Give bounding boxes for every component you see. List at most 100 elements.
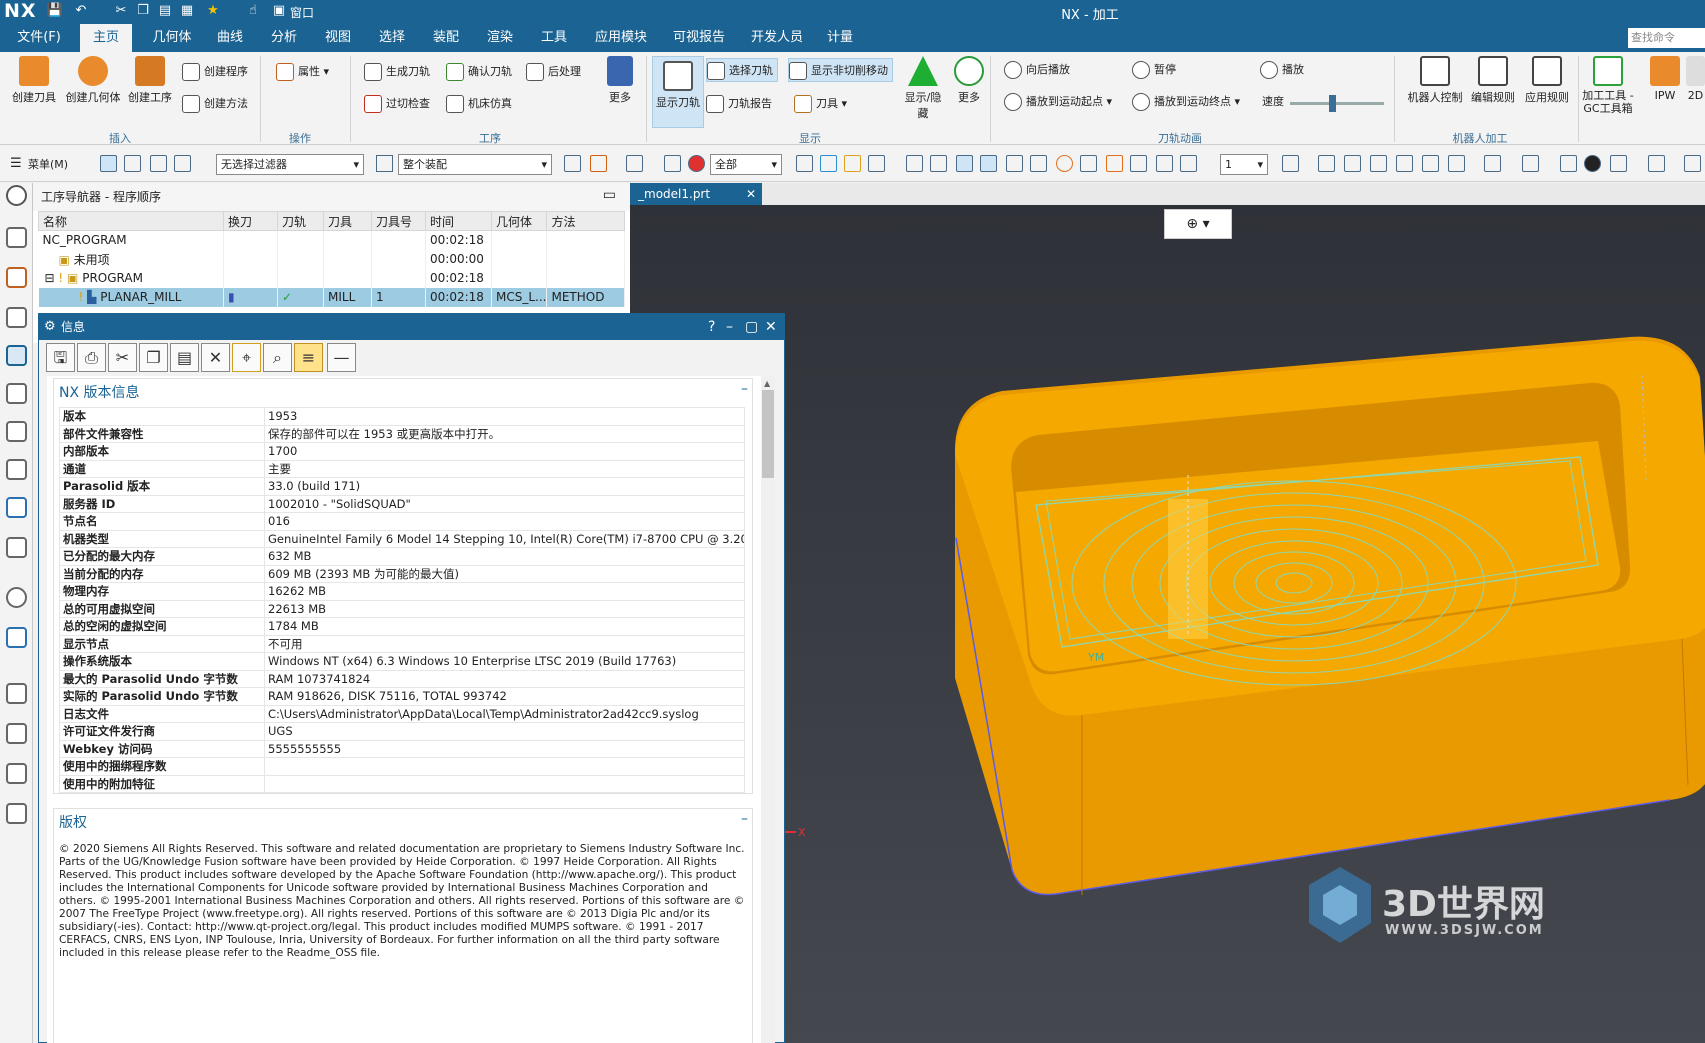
maximize-icon[interactable]: ▢	[745, 314, 758, 340]
operation-navigator-icon[interactable]	[6, 345, 27, 366]
scroll-up-icon[interactable]: ▲	[764, 379, 770, 388]
select-edge-icon[interactable]	[150, 155, 167, 172]
paste-icon[interactable]: ▤	[156, 3, 174, 18]
table-row-selected[interactable]: ! ▙ PLANAR_MILL ▮ ✓ MILL 1 00:02:18 MCS_…	[38, 287, 625, 307]
snap-arc-icon[interactable]	[906, 155, 923, 172]
snap-line-icon[interactable]	[956, 155, 973, 172]
snap-curve-icon[interactable]	[1006, 155, 1023, 172]
menu-button[interactable]: 菜单(M)	[28, 156, 68, 172]
gc-toolbox-button[interactable]: 加工工具 - GC工具箱	[1580, 56, 1636, 115]
snap-endpoint-icon[interactable]	[796, 155, 813, 172]
cut-icon[interactable]: ✂	[112, 3, 130, 18]
menu-visual-report[interactable]: 可视报告	[666, 24, 732, 52]
view-zoom-icon[interactable]	[1344, 155, 1361, 172]
settings-gear-icon[interactable]	[6, 185, 27, 206]
part-navigator-icon[interactable]	[6, 227, 27, 248]
info-scrollbar[interactable]: ▲	[761, 376, 775, 1043]
touch-mode-icon[interactable]: ☝	[244, 3, 262, 18]
select-toolpath-button[interactable]: 选择刀轨	[706, 58, 778, 82]
snap-center-icon[interactable]	[930, 155, 947, 172]
minus-icon[interactable]: —	[327, 343, 356, 372]
menu-file[interactable]: 文件(F)	[10, 24, 68, 52]
command-search-input[interactable]: 查找命令	[1628, 28, 1705, 48]
snap-cross-icon[interactable]	[1106, 155, 1123, 172]
view-orient-toolbar[interactable]: ⊕ ▾	[1164, 209, 1232, 239]
menu-applications[interactable]: 应用模块	[588, 24, 654, 52]
scrollbar-thumb[interactable]	[762, 390, 774, 478]
scope-select[interactable]: 全部	[710, 154, 782, 175]
deselect-icon[interactable]	[664, 155, 681, 172]
selection-mode-icon[interactable]	[626, 155, 643, 172]
play-backward-button[interactable]: 向后播放	[1004, 58, 1070, 82]
ipw-button[interactable]: IPW	[1648, 56, 1682, 102]
hd3d-tools-icon[interactable]	[6, 497, 27, 518]
view-shaded-icon[interactable]	[1396, 155, 1413, 172]
graphics-window[interactable]: _model1.prt ✕ YM X ⊕ ▾ 3D世界网 WWW.3DSJW.C…	[630, 183, 1705, 1043]
machine-navigator-icon[interactable]	[6, 383, 27, 404]
system-materials-icon[interactable]	[6, 627, 27, 648]
2d-button[interactable]: 2D	[1686, 56, 1705, 102]
view-wire-icon[interactable]	[1422, 155, 1439, 172]
edit-rules-button[interactable]: 编辑规则	[1466, 56, 1520, 105]
view-contrast-icon[interactable]	[1584, 155, 1601, 172]
snap-perp-icon[interactable]	[1030, 155, 1047, 172]
play-to-end-button[interactable]: 播放到运动终点 ▾	[1132, 90, 1240, 114]
window-icon[interactable]: ▣	[270, 3, 288, 18]
assembly-navigator-icon[interactable]	[6, 267, 27, 288]
view-cube-icon[interactable]	[1522, 155, 1539, 172]
speed-slider-thumb[interactable]	[1329, 95, 1337, 112]
view-section-icon[interactable]	[1648, 155, 1665, 172]
apply-rules-button[interactable]: 应用规则	[1520, 56, 1574, 105]
create-method-button[interactable]: 创建方法	[182, 92, 248, 116]
layer-select[interactable]: 1	[1220, 154, 1268, 175]
help-icon[interactable]: ?	[708, 314, 715, 340]
crosshair-icon[interactable]: ⊕	[1186, 216, 1198, 232]
manufacturing-wizards-icon[interactable]	[6, 723, 27, 744]
snap-erase-icon[interactable]	[1156, 155, 1173, 172]
column-header[interactable]: 刀轨	[277, 211, 324, 231]
procedure-more-button[interactable]: 更多	[604, 56, 636, 105]
play-button[interactable]: 播放	[1260, 58, 1304, 82]
component-icon[interactable]	[590, 155, 607, 172]
feature-navigator-icon[interactable]	[6, 421, 27, 442]
paste-special-icon[interactable]: ▦	[178, 3, 196, 18]
menu-measure[interactable]: 计量	[820, 24, 860, 52]
column-header[interactable]: 名称	[38, 211, 224, 231]
paste-icon[interactable]: ▤	[170, 343, 199, 372]
menu-analysis[interactable]: 分析	[264, 24, 304, 52]
table-row[interactable]: ⊟ ! ▣ PROGRAM 00:02:18	[38, 268, 625, 288]
save-icon[interactable]: 💾	[46, 3, 64, 18]
fit-icon[interactable]: ⌖	[232, 343, 261, 372]
snap-quadrant-icon[interactable]	[1080, 155, 1097, 172]
column-header[interactable]: 时间	[425, 211, 492, 231]
show-hide-button[interactable]: 显示/隐藏	[900, 56, 946, 121]
type-filter-select[interactable]: 无选择过滤器	[216, 154, 364, 175]
roles-icon[interactable]	[6, 763, 27, 784]
table-row[interactable]: ▣ 未用项 00:00:00	[38, 249, 625, 269]
create-tool-button[interactable]: 创建刀具	[8, 56, 60, 105]
collapse-icon[interactable]: –	[741, 811, 748, 827]
robot-control-button[interactable]: 机器人控制	[1404, 56, 1466, 105]
delete-icon[interactable]: ✕	[201, 343, 230, 372]
part-tab[interactable]: _model1.prt ✕	[630, 183, 762, 205]
generate-toolpath-button[interactable]: 生成刀轨	[364, 60, 430, 84]
play-to-start-button[interactable]: 播放到运动起点 ▾	[1004, 90, 1112, 114]
snap-icon[interactable]	[564, 155, 581, 172]
view-square-icon[interactable]	[1560, 155, 1577, 172]
web-browser-icon[interactable]	[6, 537, 27, 558]
create-operation-button[interactable]: 创建工序	[122, 56, 178, 105]
view-refresh-icon[interactable]	[1370, 155, 1387, 172]
view-rotate-icon[interactable]	[1282, 155, 1299, 172]
toolpath-report-button[interactable]: 刀轨报告	[706, 92, 772, 116]
window-menu[interactable]: 窗口	[290, 4, 314, 21]
snap-point-icon[interactable]	[868, 155, 885, 172]
print-icon[interactable]: ⎙	[77, 343, 106, 372]
view-orient-icon[interactable]	[1448, 155, 1465, 172]
snap-off-icon[interactable]	[1180, 155, 1197, 172]
snap-mid-icon[interactable]	[820, 155, 837, 172]
render-style-icon[interactable]	[1484, 155, 1501, 172]
wrap-icon[interactable]: ≡	[294, 343, 323, 372]
view-fit-icon[interactable]	[1318, 155, 1335, 172]
reuse-library-icon[interactable]	[6, 459, 27, 480]
create-program-button[interactable]: 创建程序	[182, 60, 248, 84]
